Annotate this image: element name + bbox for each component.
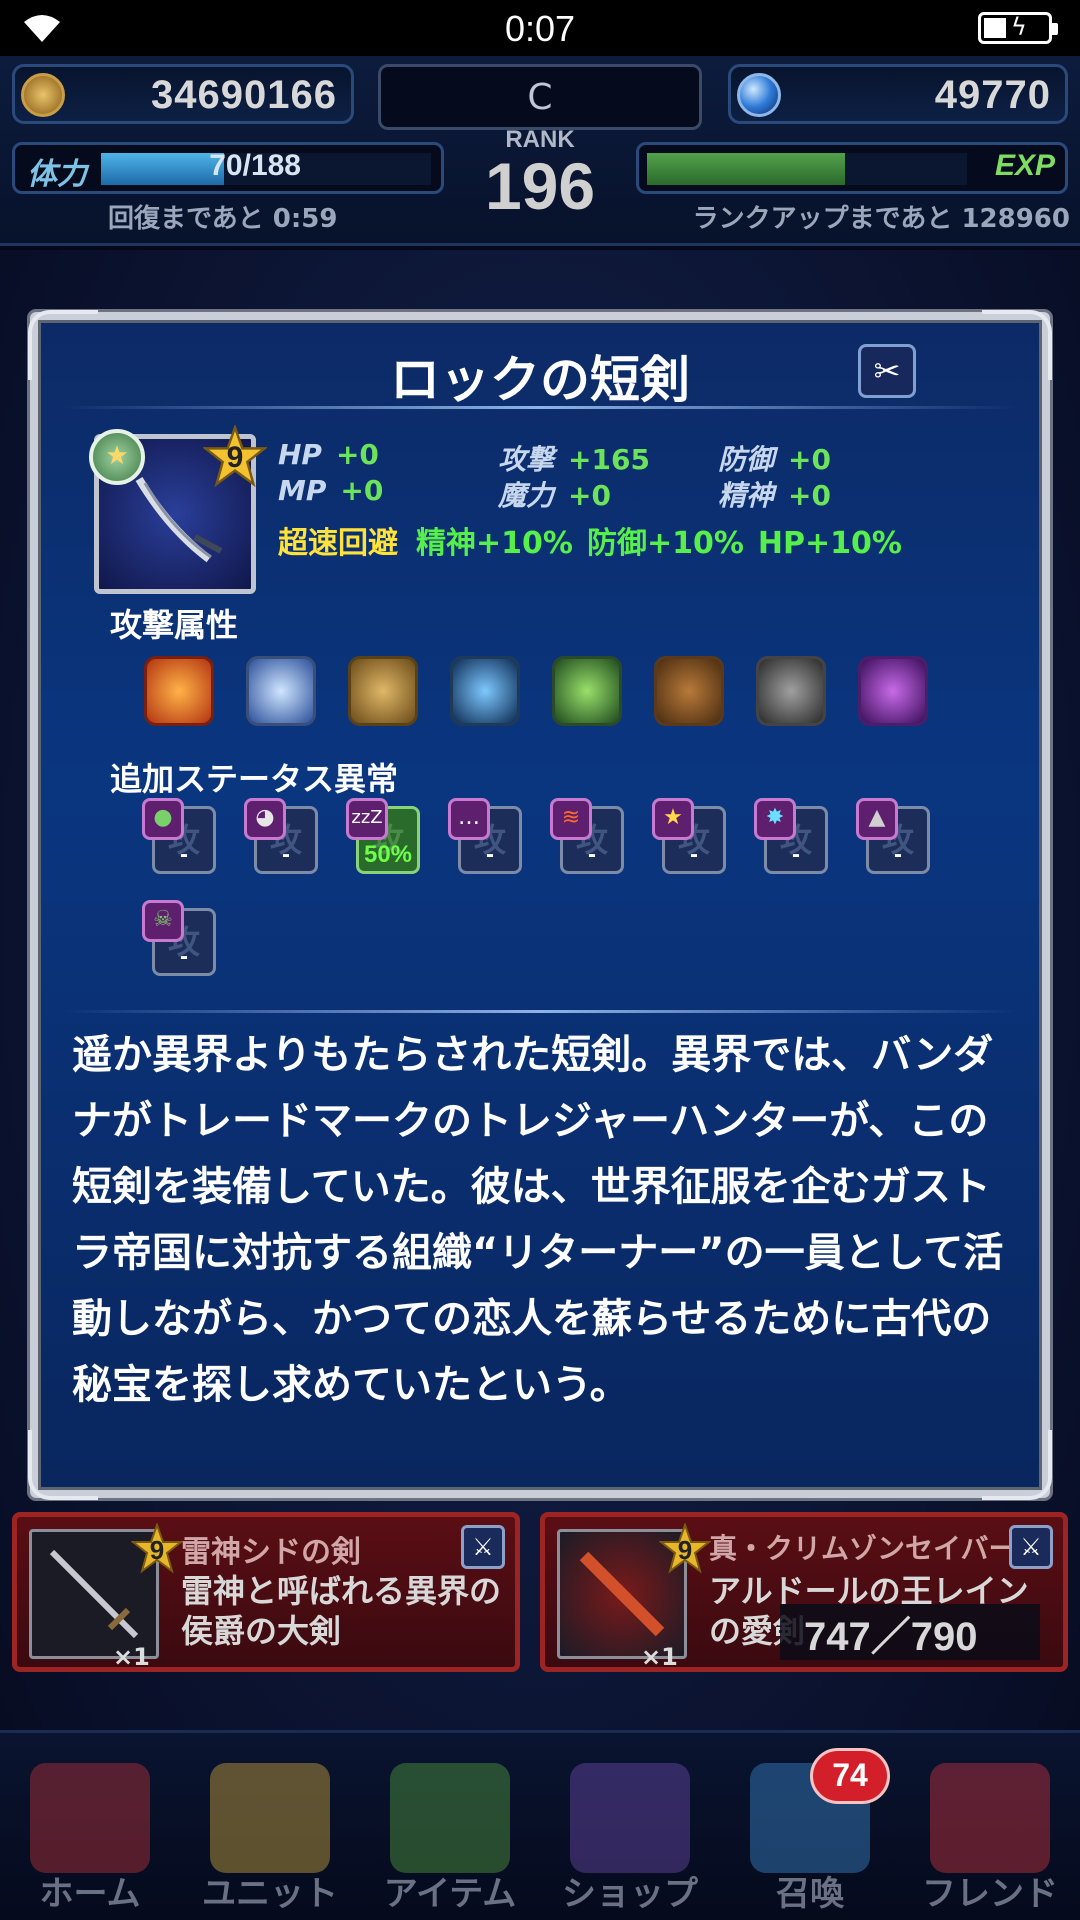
paralyze-icon: ≋	[550, 798, 592, 840]
clock: 0:07	[504, 8, 576, 49]
frame-corner	[982, 1430, 1052, 1500]
poison-status: 攻- ●	[142, 798, 218, 876]
item-card[interactable]: 9 雷神シドの剣 雷神と呼ばれる異界の侯爵の大剣 ×1 ⚔	[12, 1512, 520, 1672]
sword-type-icon: ⚔	[1009, 1525, 1053, 1569]
gem-value: 49770	[934, 73, 1051, 117]
rank-value: 196	[484, 149, 596, 223]
rankup-remaining: ランクアップまであと 128960	[692, 204, 1070, 234]
divider	[62, 1010, 1018, 1013]
lock-icon[interactable]: ★	[89, 429, 145, 485]
stat-mp: MP +0	[278, 474, 384, 507]
gil-counter: 34690166	[12, 64, 354, 124]
ability-buff: 精神+10%	[416, 526, 573, 561]
element-section-label: 攻撃属性	[110, 606, 239, 644]
item-icon	[390, 1763, 510, 1873]
equipment-detail-modal[interactable]: ロックの短剣 ✂ ★ 9 HP +0 攻撃 +165 防御 +0 MP +0 魔力 +0 …	[28, 310, 1052, 1500]
shop-icon	[570, 1763, 690, 1873]
item-name: 雷神シドの剣	[181, 1535, 361, 1570]
sleep-icon: zzZ	[346, 798, 388, 840]
paralyze-status: 攻- ≋	[550, 798, 626, 876]
ability-buff: 防御+10%	[586, 526, 744, 561]
sword-type-icon: ⚔	[461, 1525, 505, 1569]
player-header: 34690166 C 49770 RANK 196 体力 70/188 EXP …	[0, 56, 1080, 246]
battery-icon: ϟ	[978, 12, 1058, 44]
doom-status: 攻- ☠	[142, 900, 218, 978]
rarity-star-icon: 9	[658, 1521, 712, 1575]
confuse-icon: ★	[652, 798, 694, 840]
equipment-thumbnail: ★ 9	[89, 423, 269, 594]
blind-status: 攻- ◕	[244, 798, 320, 876]
silence-icon: …	[448, 798, 490, 840]
home-icon	[30, 1763, 150, 1873]
exp-label: EXP	[994, 149, 1055, 182]
lapis-icon	[737, 73, 781, 117]
divider	[62, 406, 1018, 409]
confuse-status: 攻- ★	[652, 798, 728, 876]
silence-status: 攻- …	[448, 798, 524, 876]
item-name: 真・クリムゾンセイバー	[709, 1532, 1017, 1565]
stat-attack: 攻撃 +165	[498, 443, 650, 476]
stamina-label: 体力	[27, 157, 87, 192]
ability-line: 超速回避 精神+10% 防御+10% HP+10%	[278, 518, 916, 562]
status-section-label: 追加ステータス異常	[110, 760, 399, 798]
gem-counter[interactable]: 49770	[728, 64, 1068, 124]
stamina-value: 70/188	[209, 149, 301, 182]
item-count: ×1	[113, 1643, 150, 1671]
stat-hp: HP +0	[278, 438, 379, 471]
bottom-nav: ホーム ユニット アイテム ショップ 召喚 フレンド	[0, 1730, 1080, 1920]
item-count: ×1	[641, 1643, 678, 1671]
ice-element-icon	[246, 656, 316, 726]
disease-status: 攻- ✸	[754, 798, 830, 876]
water-element-icon	[450, 656, 520, 726]
stamina-bar: 体力 70/188	[12, 142, 444, 194]
ability-buff: HP+10%	[757, 526, 902, 561]
holy-element-icon	[756, 656, 826, 726]
blind-icon: ◕	[244, 798, 286, 840]
petrify-status: 攻- ▲	[856, 798, 932, 876]
item-subtitle: 雷神と呼ばれる異界の侯爵の大剣	[181, 1572, 502, 1650]
summon-badge: 74	[810, 1748, 890, 1804]
dagger-icon: ✂	[858, 344, 916, 398]
exp-bar: EXP	[636, 142, 1068, 194]
status-bar: 0:07 ϟ	[0, 0, 1080, 56]
gil-value: 34690166	[151, 73, 337, 117]
rarity-star-icon: 9	[201, 423, 269, 489]
lightning-element-icon	[348, 656, 418, 726]
recover-timer: 回復まであと 0:59	[108, 204, 338, 234]
doom-icon: ☠	[142, 900, 184, 942]
stat-spirit: 精神 +0	[718, 479, 831, 512]
petrify-icon: ▲	[856, 798, 898, 840]
nav-shop[interactable]: ショップ	[540, 1733, 720, 1920]
dark-element-icon	[858, 656, 928, 726]
earth-element-icon	[654, 656, 724, 726]
frame-corner	[28, 1430, 98, 1500]
nav-friend[interactable]: フレンド	[900, 1733, 1080, 1920]
poison-icon: ●	[142, 798, 184, 840]
equipment-description: 遥か異界よりもたらされた短剣。異界では、バンダナがトレードマークのトレジャーハン…	[72, 1032, 1004, 1408]
unit-icon	[210, 1763, 330, 1873]
nav-unit[interactable]: ユニット	[180, 1733, 360, 1920]
ability-name: 超速回避	[278, 526, 398, 561]
rarity-star-icon: 9	[130, 1521, 184, 1575]
exp-fill	[647, 153, 846, 185]
stat-magic: 魔力 +0	[498, 479, 611, 512]
friend-icon	[930, 1763, 1050, 1873]
rank-letter: C	[378, 64, 702, 130]
inventory-count: 747／790	[780, 1604, 1040, 1660]
gil-icon	[21, 73, 65, 117]
element-row	[144, 656, 964, 732]
disease-icon: ✸	[754, 798, 796, 840]
sleep-status: 攻 50% zzZ	[346, 798, 422, 876]
nav-home[interactable]: ホーム	[0, 1733, 180, 1920]
wind-element-icon	[552, 656, 622, 726]
nav-item[interactable]: アイテム	[360, 1733, 540, 1920]
fire-element-icon	[144, 656, 214, 726]
stat-defense: 防御 +0	[718, 443, 831, 476]
